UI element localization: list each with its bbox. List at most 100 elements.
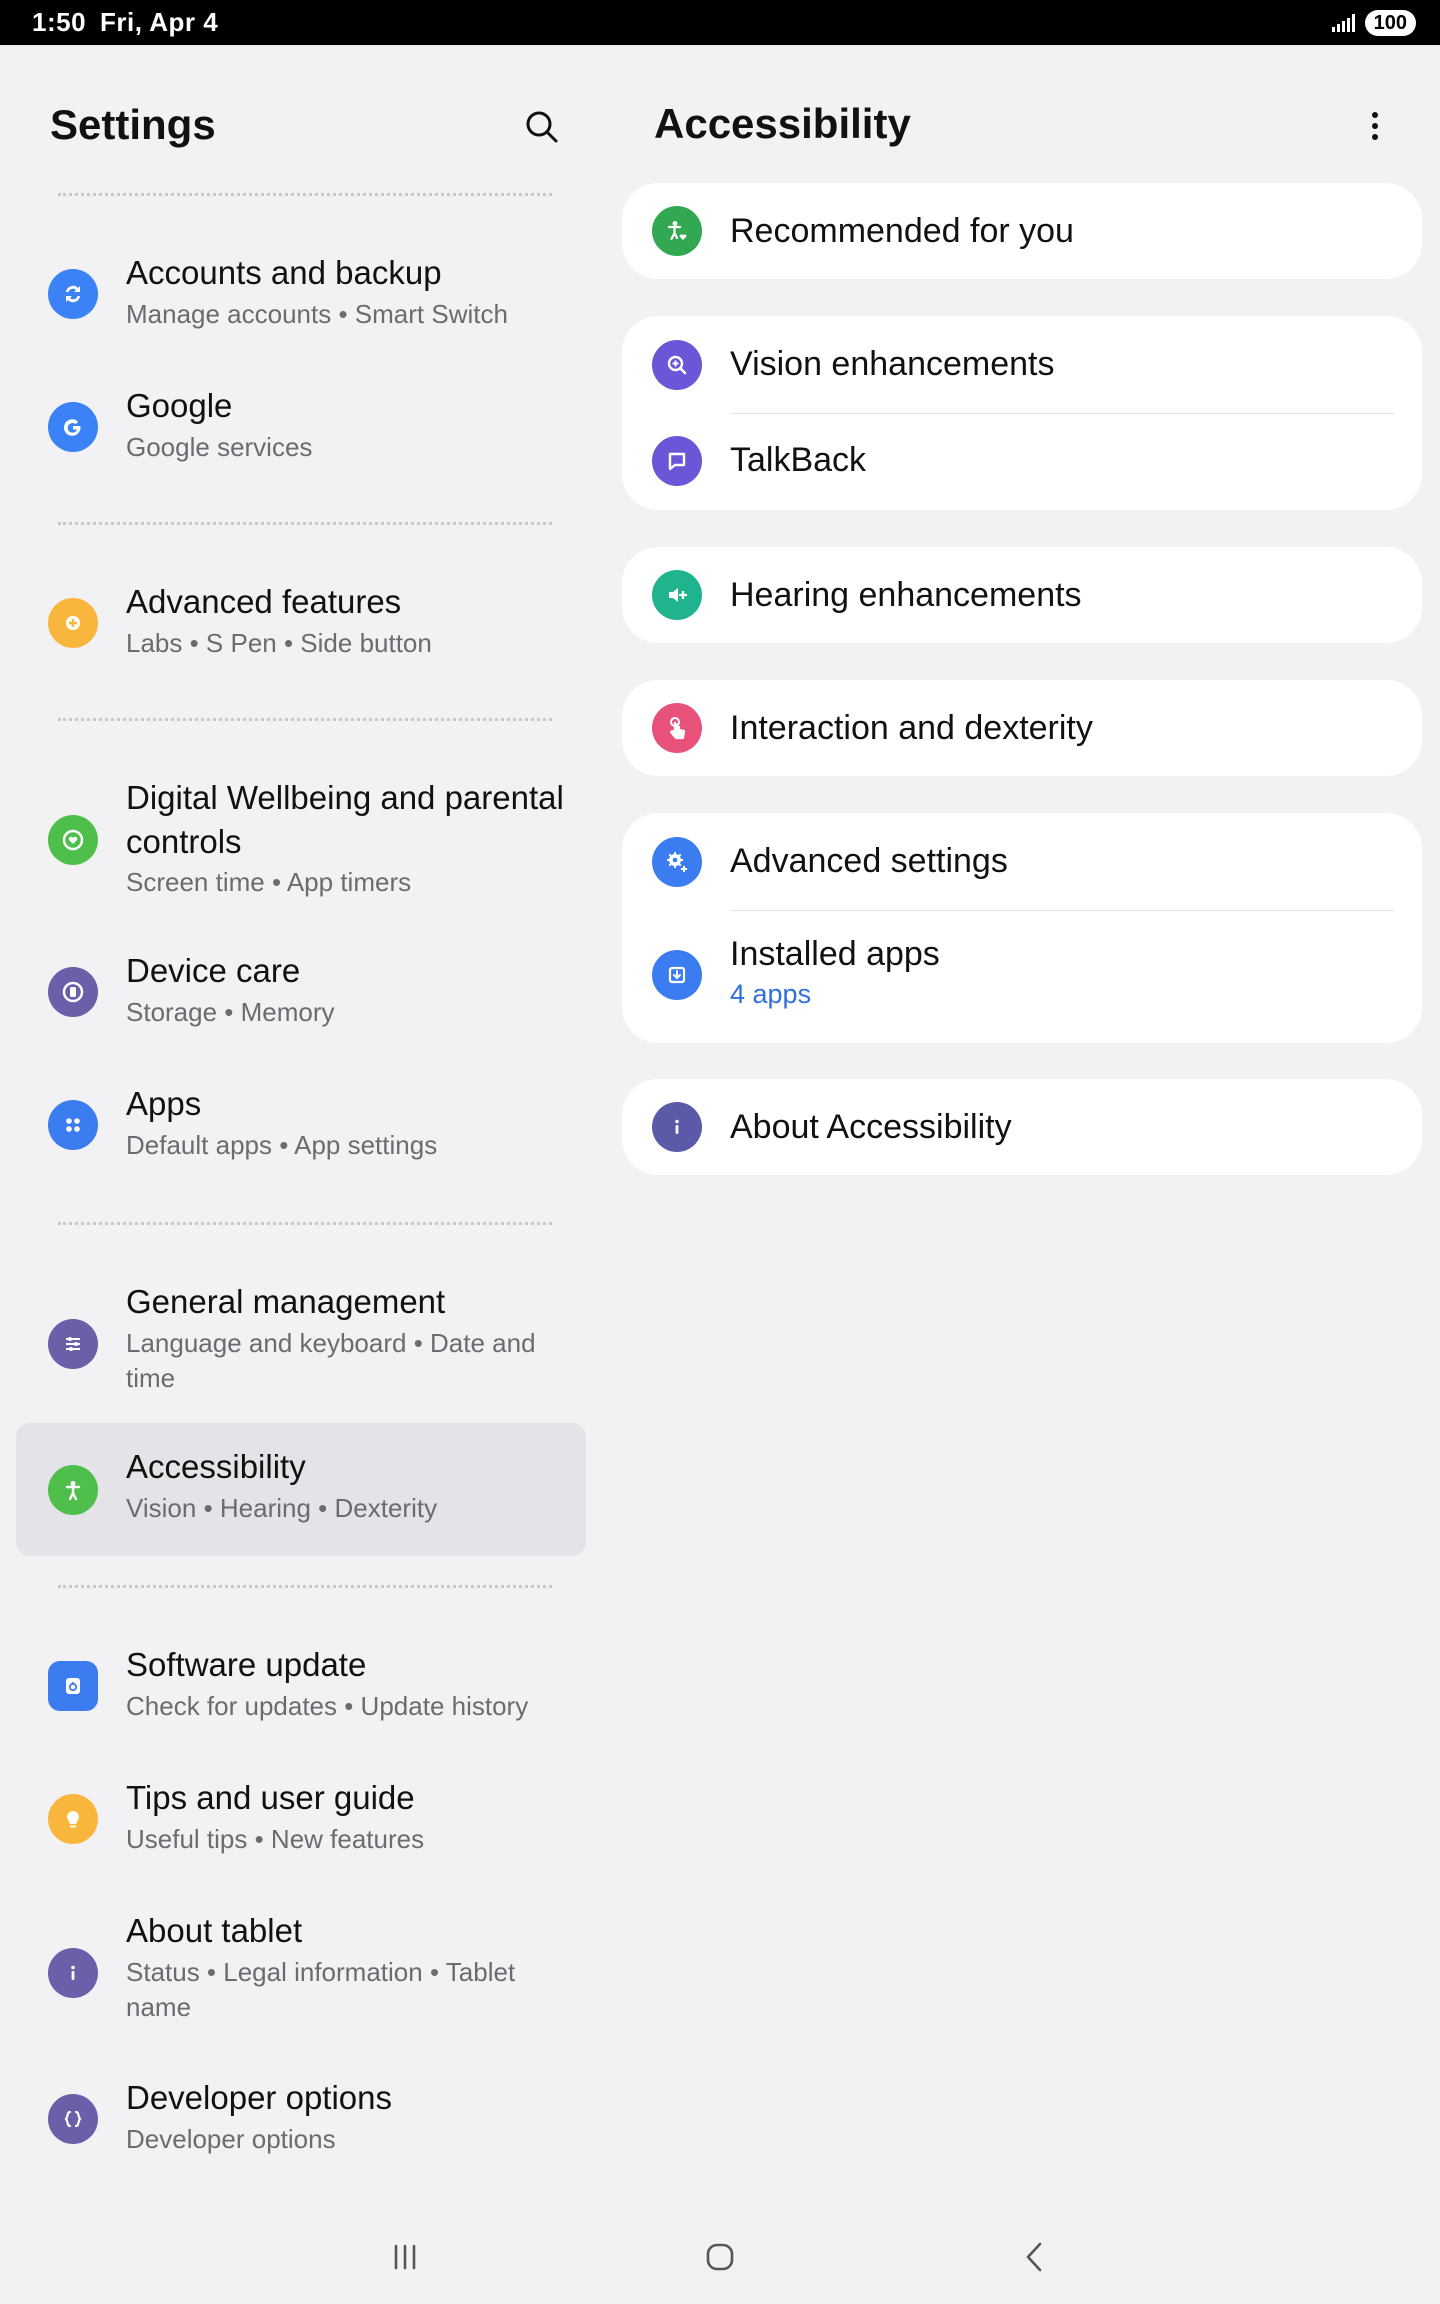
row-recommended[interactable]: Recommended for you <box>622 183 1422 279</box>
item-subtitle: Developer options <box>126 2124 336 2154</box>
row-title: About Accessibility <box>730 1108 1012 1146</box>
apps-grid-icon <box>48 1100 98 1150</box>
signal-icon <box>1331 13 1355 32</box>
software-update-icon <box>48 1661 98 1711</box>
settings-item-apps[interactable]: Apps Default apps • App settings <box>16 1076 586 1176</box>
item-title: Google <box>126 387 233 424</box>
settings-item-accounts-backup[interactable]: Accounts and backup Manage accounts • Sm… <box>16 245 586 345</box>
accessibility-title: Accessibility <box>654 100 911 147</box>
row-about-accessibility[interactable]: About Accessibility <box>622 1079 1422 1175</box>
row-title: Hearing enhancements <box>730 576 1082 614</box>
row-installed-apps[interactable]: Installed apps 4 apps <box>622 910 1422 1043</box>
speaker-plus-icon <box>652 570 702 620</box>
more-vert-icon <box>1372 112 1378 140</box>
download-box-icon <box>652 950 702 1000</box>
settings-item-google[interactable]: Google Google services <box>16 378 586 478</box>
item-title: Device care <box>126 952 301 989</box>
back-button[interactable] <box>1010 2232 1060 2282</box>
row-title: TalkBack <box>730 441 867 479</box>
section-divider <box>58 522 552 525</box>
item-title: Advanced features <box>126 583 402 620</box>
section-divider <box>58 718 552 721</box>
item-subtitle: Language and keyboard • Date and time <box>126 1328 536 1393</box>
settings-item-software-update[interactable]: Software update Check for updates • Upda… <box>16 1637 586 1737</box>
card-advanced: Advanced settings Installed apps 4 apps <box>622 813 1422 1043</box>
touch-hand-icon <box>652 703 702 753</box>
home-button[interactable] <box>695 2232 745 2282</box>
item-title: Tips and user guide <box>126 1779 415 1816</box>
card-vision: Vision enhancements TalkBack <box>622 316 1422 510</box>
item-subtitle: Labs • S Pen • Side button <box>126 628 432 658</box>
item-subtitle: Check for updates • Update history <box>126 1691 529 1721</box>
item-subtitle: Storage • Memory <box>126 997 335 1027</box>
row-subtitle: 4 apps <box>730 979 812 1009</box>
row-vision-enhancements[interactable]: Vision enhancements <box>622 316 1422 413</box>
status-date: Fri, Apr 4 <box>100 7 219 37</box>
heart-circle-icon <box>48 815 98 865</box>
card-hearing: Hearing enhancements <box>622 547 1422 643</box>
settings-item-tips[interactable]: Tips and user guide Useful tips • New fe… <box>16 1770 586 1870</box>
settings-item-advanced-features[interactable]: Advanced features Labs • S Pen • Side bu… <box>16 574 586 674</box>
item-title: About tablet <box>126 1912 303 1949</box>
back-icon <box>1026 2242 1042 2272</box>
row-title: Interaction and dexterity <box>730 709 1093 747</box>
status-bar: 1:50 Fri, Apr 4 100 <box>0 0 1440 45</box>
section-divider <box>58 1585 552 1588</box>
row-interaction-dexterity[interactable]: Interaction and dexterity <box>622 680 1422 776</box>
row-title: Vision enhancements <box>730 345 1055 383</box>
settings-item-about-tablet[interactable]: About tablet Status • Legal information … <box>16 1903 586 2043</box>
settings-item-accessibility[interactable]: Accessibility Vision • Hearing • Dexteri… <box>16 1423 586 1556</box>
row-hearing-enhancements[interactable]: Hearing enhancements <box>622 547 1422 643</box>
item-subtitle: Status • Legal information • Tablet name <box>126 1957 516 2022</box>
item-title: Accounts and backup <box>126 254 442 291</box>
magnifier-plus-icon <box>652 340 702 390</box>
item-subtitle: Default apps • App settings <box>126 1130 438 1160</box>
search-icon <box>526 111 558 143</box>
item-subtitle: Screen time • App timers <box>126 867 412 897</box>
device-care-icon <box>48 967 98 1017</box>
home-icon <box>706 2243 734 2271</box>
item-title: Apps <box>126 1085 202 1122</box>
braces-icon <box>48 2094 98 2144</box>
item-subtitle: Manage accounts • Smart Switch <box>126 299 508 329</box>
settings-item-developer-options[interactable]: Developer options Developer options <box>16 2070 586 2170</box>
settings-item-general-management[interactable]: General management Language and keyboard… <box>16 1274 586 1414</box>
more-options-button[interactable] <box>1360 104 1390 148</box>
status-time: 1:50 <box>32 7 87 37</box>
info-icon <box>652 1102 702 1152</box>
row-talkback[interactable]: TalkBack <box>622 413 1422 510</box>
recents-icon <box>394 2244 416 2270</box>
battery-indicator: 100 <box>1364 9 1416 36</box>
item-subtitle: Useful tips • New features <box>126 1824 425 1854</box>
settings-pane: Settings Accounts and backup Manage acco… <box>0 45 600 2205</box>
section-divider <box>58 1222 552 1225</box>
item-title: Software update <box>126 1646 367 1683</box>
gear-plus-icon <box>652 837 702 887</box>
google-icon <box>48 402 98 452</box>
settings-item-digital-wellbeing[interactable]: Digital Wellbeing and parental controls … <box>16 770 586 910</box>
accessibility-heart-icon <box>652 206 702 256</box>
settings-item-device-care[interactable]: Device care Storage • Memory <box>16 943 586 1043</box>
settings-title: Settings <box>50 101 216 148</box>
item-title: General management <box>126 1283 446 1320</box>
search-button[interactable] <box>520 105 564 149</box>
item-subtitle: Vision • Hearing • Dexterity <box>126 1493 438 1523</box>
row-title: Advanced settings <box>730 842 1008 880</box>
item-title: Developer options <box>126 2079 392 2116</box>
card-interaction: Interaction and dexterity <box>622 680 1422 776</box>
card-about: About Accessibility <box>622 1079 1422 1175</box>
row-advanced-settings[interactable]: Advanced settings <box>622 813 1422 910</box>
navigation-bar <box>0 2210 1440 2304</box>
talkback-icon <box>652 436 702 486</box>
sliders-icon <box>48 1319 98 1369</box>
info-icon <box>48 1948 98 1998</box>
item-subtitle: Google services <box>126 432 313 462</box>
sync-icon <box>48 269 98 319</box>
lightbulb-icon <box>48 1794 98 1844</box>
row-title: Recommended for you <box>730 212 1074 250</box>
section-divider <box>58 193 552 196</box>
card-recommended: Recommended for you <box>622 183 1422 279</box>
row-title: Installed apps <box>730 935 940 973</box>
recents-button[interactable] <box>380 2232 430 2282</box>
accessibility-icon <box>48 1465 98 1515</box>
